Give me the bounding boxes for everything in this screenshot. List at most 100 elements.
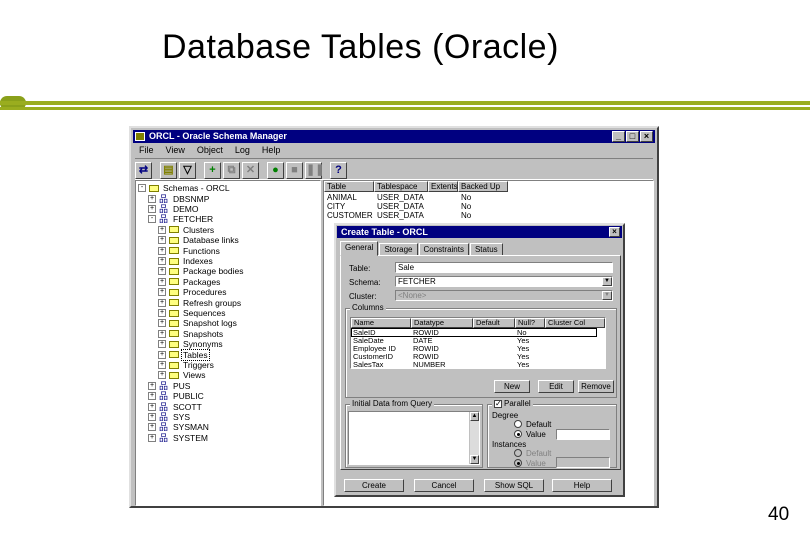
tree-item[interactable]: + 品 PUBLIC (148, 391, 205, 402)
menu-object[interactable]: Object (197, 144, 223, 157)
col-tablespace[interactable]: Tablespace (374, 181, 428, 192)
tree-item[interactable]: + Tables (158, 348, 210, 361)
run-icon[interactable]: ● (267, 161, 284, 179)
tree-item[interactable]: + Package bodies (158, 266, 245, 277)
grid-cell[interactable] (545, 353, 547, 361)
expand-icon[interactable]: + (148, 423, 156, 432)
grid-header-datatype[interactable]: Datatype (411, 318, 473, 328)
expand-icon[interactable]: + (158, 246, 166, 255)
menu-view[interactable]: View (166, 144, 185, 157)
pause-icon[interactable]: ❚❚ (305, 161, 324, 179)
grid-cell[interactable] (473, 361, 475, 368)
menu-help[interactable]: Help (262, 144, 281, 157)
degree-default-radio[interactable] (514, 420, 522, 428)
help-button[interactable]: Help (552, 479, 612, 492)
window-titlebar[interactable]: ORCL - Oracle Schema Manager _ □ × (133, 130, 655, 143)
grid-cell[interactable] (545, 345, 547, 353)
collapse-icon[interactable]: - (148, 215, 156, 224)
tree-item[interactable]: + Procedures (158, 287, 227, 298)
grid-header-name[interactable]: Name (351, 318, 411, 328)
col-backed-up[interactable]: Backed Up (458, 181, 508, 192)
maximize-button[interactable]: □ (626, 131, 639, 142)
table-row[interactable]: CITY USER_DATA No (324, 202, 508, 211)
expand-icon[interactable]: + (158, 277, 166, 286)
dialog-close-button[interactable]: × (609, 227, 620, 237)
close-button[interactable]: × (640, 131, 653, 142)
menu-file[interactable]: File (139, 144, 154, 157)
expand-icon[interactable]: + (158, 267, 166, 276)
query-scrollbar[interactable]: ▲ ▼ (469, 412, 479, 464)
table-name-input[interactable]: Sale (395, 262, 613, 273)
tree-item[interactable]: + Refresh groups (158, 297, 242, 308)
tree-item[interactable]: + Snapshot logs (158, 318, 238, 329)
schema-icon[interactable]: ▤ (160, 161, 177, 179)
scroll-up-icon[interactable]: ▲ (470, 412, 479, 421)
edit-column-button[interactable]: Edit (538, 380, 574, 393)
show-sql-button[interactable]: Show SQL (484, 479, 544, 492)
tree-item[interactable]: + Packages (158, 277, 221, 288)
grid-cell[interactable] (545, 337, 547, 345)
expand-icon[interactable]: + (158, 350, 166, 359)
expand-icon[interactable]: + (148, 433, 156, 442)
tree-item[interactable]: - 品 FETCHER (148, 214, 214, 225)
cluster-select[interactable]: <None> ▼ (395, 290, 613, 301)
stop-icon[interactable]: ■ (286, 161, 303, 179)
tree-item[interactable]: + 品 SYS (148, 412, 191, 423)
expand-icon[interactable]: + (158, 371, 166, 380)
grid-cell[interactable] (473, 345, 475, 353)
new-column-button[interactable]: New (494, 380, 530, 393)
tree-item[interactable]: + Sequences (158, 308, 227, 319)
parallel-checkbox[interactable]: ✓ (494, 400, 502, 408)
grid-header-cluster-col[interactable]: Cluster Col (545, 318, 605, 328)
table-row[interactable]: CUSTOMER USER_DATA No (324, 211, 508, 220)
expand-icon[interactable]: + (148, 381, 156, 390)
expand-icon[interactable]: + (158, 257, 166, 266)
instances-value-input[interactable] (556, 457, 610, 468)
degree-value-radio[interactable] (514, 430, 522, 438)
filter-icon[interactable]: ▽ (179, 161, 196, 179)
tree-item[interactable]: + Snapshots (158, 329, 224, 340)
tree-item[interactable]: + 品 PUS (148, 381, 191, 392)
create-like-icon[interactable]: ⧉ (223, 161, 240, 179)
grid-cell[interactable]: SalesTax (351, 361, 383, 369)
remove-icon[interactable]: ✕ (242, 161, 259, 179)
columns-grid[interactable]: Name Datatype Default Null? Cluster Col … (350, 317, 606, 369)
grid-cell[interactable] (473, 329, 475, 337)
tab-general[interactable]: General (340, 241, 379, 256)
expand-icon[interactable]: + (158, 329, 166, 338)
minimize-button[interactable]: _ (612, 131, 625, 142)
grid-header-null[interactable]: Null? (515, 318, 545, 328)
connect-icon[interactable]: ⇄ (135, 161, 152, 179)
grid-cell[interactable] (545, 329, 547, 337)
tree-item[interactable]: + Functions (158, 245, 221, 256)
expand-icon[interactable]: + (158, 340, 166, 349)
tree-item[interactable]: + 品 SCOTT (148, 401, 203, 412)
degree-value-input[interactable] (556, 429, 610, 440)
expand-icon[interactable]: + (158, 298, 166, 307)
tree-item[interactable]: + Triggers (158, 360, 215, 371)
expand-icon[interactable]: + (158, 319, 166, 328)
tree-item[interactable]: + Synonyms (158, 339, 224, 350)
tree-item[interactable]: + Indexes (158, 256, 214, 267)
create-button[interactable]: Create (344, 479, 404, 492)
col-extents[interactable]: Extents (428, 181, 458, 192)
chevron-down-icon[interactable]: ▼ (602, 291, 612, 300)
menu-log[interactable]: Log (235, 144, 250, 157)
query-textarea[interactable]: ▲ ▼ (348, 411, 480, 465)
expand-icon[interactable]: + (158, 225, 166, 234)
expand-icon[interactable]: + (158, 309, 166, 318)
tree-item[interactable]: + Database links (158, 235, 240, 246)
grid-cell[interactable] (473, 337, 475, 345)
schema-tree[interactable]: - Schemas - ORCL + 品 DBSNMP + 品 DEMO - 品 FETCHER + C… (135, 180, 321, 506)
expand-icon[interactable]: + (148, 413, 156, 422)
tree-item[interactable]: - Schemas - ORCL (138, 183, 231, 194)
expand-icon[interactable]: + (158, 236, 166, 245)
help-icon[interactable]: ? (330, 161, 347, 179)
tree-item[interactable]: + 品 DEMO (148, 204, 200, 215)
cancel-button[interactable]: Cancel (414, 479, 474, 492)
grid-cell[interactable] (473, 353, 475, 361)
expand-icon[interactable]: + (158, 361, 166, 370)
tree-item[interactable]: + 品 SYSMAN (148, 422, 210, 433)
collapse-icon[interactable]: - (138, 184, 146, 193)
expand-icon[interactable]: + (148, 205, 156, 214)
